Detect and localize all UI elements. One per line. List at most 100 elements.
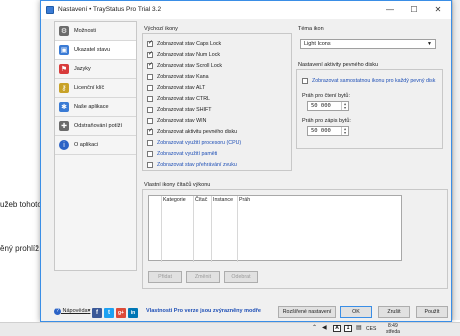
table-divider (237, 196, 238, 262)
checkbox[interactable] (147, 84, 153, 91)
counters-table[interactable]: Kategorie Čítač Instance Práh (148, 195, 402, 262)
sidebar-item-about[interactable]: i O aplikaci (55, 136, 136, 155)
checkbox[interactable] (147, 106, 153, 113)
checkbox[interactable] (147, 95, 153, 102)
read-threshold-label: Práh pro čtení bytů: (302, 93, 350, 99)
title-bar[interactable]: Nastavení • TrayStatus Pro Trial 3.2 — ☐… (41, 1, 451, 19)
add-counter-button[interactable]: Přidat (148, 271, 182, 283)
tray-up-icon[interactable]: ⌃ (312, 324, 317, 331)
option-audio[interactable]: Zobrazovat stav přehrávání zvuku (147, 160, 237, 169)
cancel-button[interactable]: Zrušit (378, 306, 410, 318)
checkbox[interactable] (147, 61, 153, 69)
checkbox[interactable] (147, 50, 153, 58)
facebook-icon[interactable]: f (92, 308, 102, 318)
maximize-button[interactable]: ☐ (403, 1, 425, 19)
option-win[interactable]: Zobrazovat stav WIN (147, 116, 206, 125)
background-text-2: ěný prohlíž (0, 244, 40, 253)
info-icon: i (59, 140, 69, 150)
checkbox[interactable] (147, 73, 153, 80)
option-label: Zobrazovat stav Scroll Lock (157, 62, 223, 69)
minimize-button[interactable]: — (379, 1, 401, 19)
option-label: Zobrazovat stav SHIFT (157, 106, 212, 113)
option-num-lock[interactable]: Zobrazovat stav Num Lock (147, 50, 220, 59)
sidebar-item-apps[interactable]: ✱ Naše aplikace (55, 98, 136, 117)
network-icon[interactable]: ▤ (356, 324, 362, 331)
checkbox[interactable] (147, 150, 153, 157)
spin-buttons[interactable]: ▲ ▼ (341, 127, 348, 135)
option-label: Zobrazovat stav Kana (157, 73, 209, 80)
option-label: Zobrazovat stav Caps Lock (157, 40, 222, 47)
option-label: Zobrazovat stav přehrávání zvuku (157, 161, 237, 168)
help-link[interactable]: ? Nápověda▾ (54, 308, 90, 315)
checkbox[interactable] (147, 139, 153, 146)
sidebar-item-languages[interactable]: ⚑ Jazyky (55, 60, 136, 79)
option-alt[interactable]: Zobrazovat stav ALT (147, 83, 205, 92)
speaker-icon[interactable]: ◀ (322, 324, 327, 331)
google-plus-icon[interactable]: g+ (116, 308, 126, 318)
sidebar-item-label: Naše aplikace (74, 104, 109, 110)
option-cpu[interactable]: Zobrazovat využití procesoru (CPU) (147, 138, 241, 147)
write-threshold-input[interactable]: 50 000 ▲ ▼ (307, 126, 349, 136)
option-label: Zobrazovat stav Num Lock (157, 51, 220, 58)
sidebar-item-license[interactable]: ⚷ Licenční klíč (55, 79, 136, 98)
column-header-category[interactable]: Kategorie (163, 196, 186, 205)
theme-select-value: Light Icons (304, 41, 331, 47)
option-ctrl[interactable]: Zobrazovat stav CTRL (147, 94, 210, 103)
option-label: Zobrazovat využití procesoru (CPU) (157, 139, 242, 146)
option-label: Zobrazovat stav WIN (157, 117, 207, 124)
theme-select[interactable]: Light Icons ▼ (300, 39, 436, 49)
option-caps-lock[interactable]: Zobrazovat stav Caps Lock (147, 39, 221, 48)
option-memory[interactable]: Zobrazovat využití paměti (147, 149, 217, 158)
read-threshold-input[interactable]: 50 000 ▲ ▼ (307, 101, 349, 111)
close-button[interactable]: ✕ (427, 1, 449, 19)
option-label: Zobrazovat samostatnou ikonu pro každý p… (312, 77, 436, 84)
option-scroll-lock[interactable]: Zobrazovat stav Scroll Lock (147, 61, 222, 70)
sidebar-item-options[interactable]: ⚙ Možnosti (55, 22, 136, 41)
option-kana[interactable]: Zobrazovat stav Kana (147, 72, 209, 81)
ok-button[interactable]: OK (340, 306, 372, 318)
chevron-down-icon: ▼ (427, 41, 432, 47)
column-header-threshold[interactable]: Práh (239, 196, 250, 205)
table-divider (211, 196, 212, 262)
background-text-1: užeb tohoto (0, 200, 42, 209)
tray-status-a[interactable]: A (333, 325, 341, 332)
checkbox[interactable] (302, 77, 308, 84)
sidebar-item-label: Odstraňování potíží (74, 123, 122, 129)
question-icon: ? (54, 308, 61, 315)
option-label: Zobrazovat využití paměti (157, 150, 218, 157)
write-threshold-value: 50 000 (311, 128, 331, 134)
option-disk-activity[interactable]: Zobrazovat aktivitu pevného disku (147, 127, 237, 136)
column-header-counter[interactable]: Čítač (195, 196, 207, 205)
column-header-instance[interactable]: Instance (213, 196, 233, 205)
default-icons-title: Výchozí ikony (144, 26, 178, 32)
edit-counter-button[interactable]: Změnit (186, 271, 220, 283)
sidebar-item-status[interactable]: ▣ Ukazatel stavu (55, 41, 136, 60)
sidebar-item-label: Licenční klíč (74, 85, 105, 91)
write-threshold-label: Práh pro zápis bytů: (302, 118, 351, 124)
advanced-settings-button[interactable]: Rozšířené nastavení (278, 306, 336, 318)
checkbox[interactable] (147, 117, 153, 124)
background-scrollbar[interactable] (452, 0, 460, 320)
option-shift[interactable]: Zobrazovat stav SHIFT (147, 105, 211, 114)
spin-buttons[interactable]: ▲ ▼ (341, 102, 348, 110)
sidebar-item-troubleshooting[interactable]: ✚ Odstraňování potíží (55, 117, 136, 136)
language-indicator[interactable]: CES (366, 326, 376, 332)
linkedin-icon[interactable]: in (128, 308, 138, 318)
counters-title: Vlastní ikony čítačů výkonu (144, 182, 211, 188)
clock-day[interactable]: středa (386, 329, 400, 335)
option-separate-disk-icons[interactable]: Zobrazovat samostatnou ikonu pro každý p… (302, 76, 435, 85)
sidebar: ⚙ Možnosti ▣ Ukazatel stavu ⚑ Jazyky ⚷ L… (54, 21, 137, 271)
apply-button[interactable]: Použít (416, 306, 448, 318)
status-icon: ▣ (59, 45, 69, 55)
sidebar-item-label: Jazyky (74, 66, 91, 72)
twitter-icon[interactable]: t (104, 308, 114, 318)
option-label: Zobrazovat stav CTRL (157, 95, 210, 102)
sidebar-item-label: Ukazatel stavu (74, 47, 111, 53)
tray-status-1[interactable]: 1 (344, 325, 352, 332)
checkbox[interactable] (147, 161, 153, 168)
window-title: Nastavení • TrayStatus Pro Trial 3.2 (58, 6, 162, 13)
table-divider (161, 196, 162, 262)
checkbox[interactable] (147, 39, 153, 47)
checkbox[interactable] (147, 127, 153, 135)
remove-counter-button[interactable]: Odebrat (224, 271, 258, 283)
